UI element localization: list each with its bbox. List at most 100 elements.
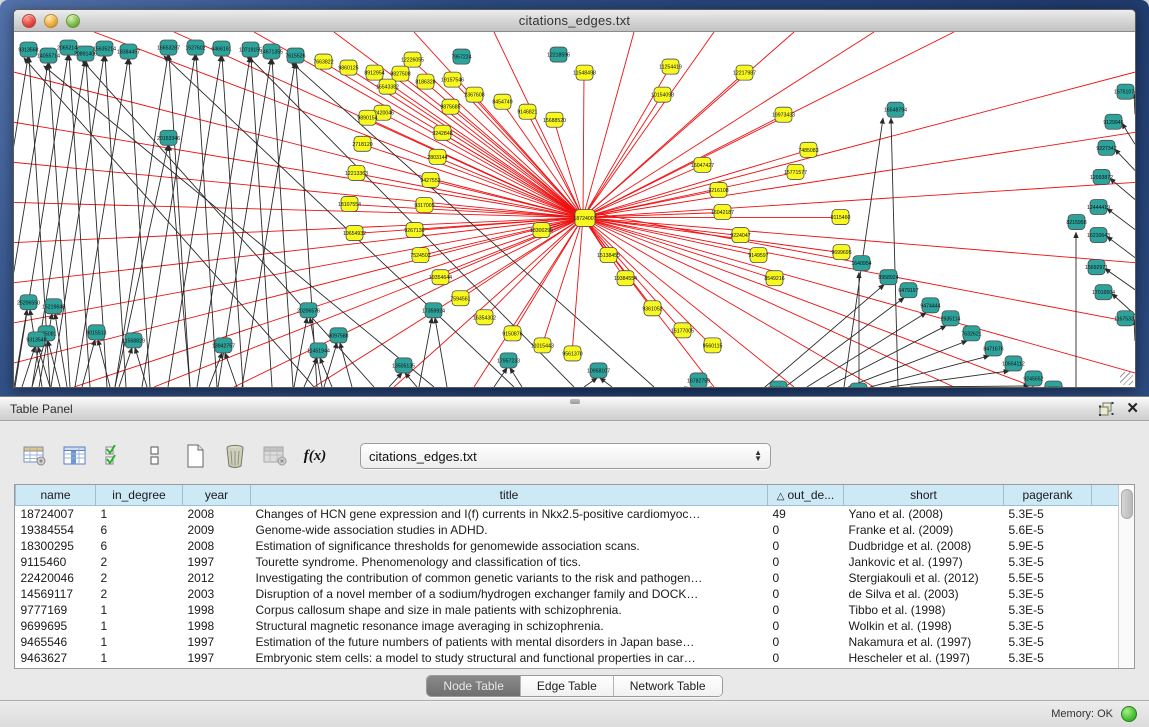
network-node[interactable]: 14671355 [260, 44, 283, 59]
table-cell[interactable]: 5.3E-5 [1004, 634, 1092, 650]
close-window-button[interactable] [22, 14, 36, 28]
network-node[interactable]: 20206576 [297, 303, 320, 318]
table-row[interactable]: 946554611997Estimation of the future num… [16, 634, 1119, 650]
table-cell[interactable]: 0 [768, 538, 844, 554]
table-row[interactable]: 2242004622012Investigating the contribut… [16, 570, 1119, 586]
tab-edge-table[interactable]: Edge Table [521, 676, 614, 696]
table-cell[interactable]: Stergiakouli et al. (2012) [844, 570, 1004, 586]
table-cell[interactable]: Tibbo et al. (1998) [844, 602, 1004, 618]
table-cell[interactable]: 1998 [183, 618, 251, 634]
network-node[interactable]: 20153346 [157, 130, 180, 145]
network-window[interactable]: citations_edges.txt 9313568 14055714 206… [13, 9, 1136, 388]
network-node[interactable]: 3242848 [432, 125, 452, 140]
table-cell[interactable]: 1997 [183, 634, 251, 650]
table-cell[interactable]: 0 [768, 602, 844, 618]
table-cell[interactable]: 2 [96, 570, 183, 586]
minimize-window-button[interactable] [44, 14, 58, 28]
table-cell[interactable]: 9777169 [16, 602, 96, 618]
column-header[interactable] [1092, 485, 1119, 506]
network-node[interactable]: 8912954 [364, 65, 384, 80]
table-cell[interactable]: 1997 [183, 554, 251, 570]
network-graph[interactable]: 9313568 14055714 20652143 20891406 15635… [14, 32, 1135, 387]
network-node[interactable]: 16354302 [473, 310, 496, 325]
network-node[interactable]: 9317005 [414, 197, 434, 212]
network-node[interactable]: 9267130 [404, 223, 424, 238]
column-header[interactable]: year [183, 485, 251, 506]
table-cell[interactable]: 0 [768, 554, 844, 570]
network-node[interactable]: 10154098 [651, 87, 674, 102]
table-cell[interactable]: 6 [96, 538, 183, 554]
table-cell[interactable]: Estimation of significance thresholds fo… [251, 538, 768, 554]
table-cell[interactable]: 5.3E-5 [1004, 554, 1092, 570]
network-node[interactable]: 11451944 [307, 343, 330, 358]
column-header[interactable]: △out_de... [768, 485, 844, 506]
table-cell[interactable]: Corpus callosum shape and size in male p… [251, 602, 768, 618]
table-cell[interactable]: Disruption of a novel member of a sodium… [251, 586, 768, 602]
network-node[interactable]: 12217987 [733, 65, 756, 80]
network-node[interactable]: 10654112 [1002, 356, 1025, 371]
network-node[interactable]: 25206550 [17, 295, 40, 310]
network-node[interactable]: 15688520 [543, 112, 566, 127]
network-node[interactable]: 9115460 [831, 210, 851, 225]
tab-node-table[interactable]: Node Table [427, 676, 521, 696]
table-cell[interactable]: 1998 [183, 602, 251, 618]
table-cell[interactable]: 1 [96, 650, 183, 666]
network-node[interactable]: 7524502 [410, 248, 430, 263]
network-node[interactable]: 8454749 [492, 94, 512, 109]
network-node[interactable]: 12213363 [345, 165, 368, 180]
network-node[interactable]: 8549216 [764, 271, 784, 286]
network-node[interactable]: 9361052 [642, 301, 662, 316]
table-cell[interactable]: 5.3E-5 [1004, 602, 1092, 618]
network-node[interactable]: 9146821 [517, 104, 537, 119]
network-canvas[interactable]: 9313568 14055714 20652143 20891406 15635… [14, 32, 1135, 387]
column-header[interactable]: name [16, 485, 96, 506]
network-node[interactable]: 9150876 [502, 326, 522, 341]
network-node[interactable]: 7663822 [313, 54, 333, 69]
float-panel-icon[interactable] [1099, 402, 1114, 416]
table-cell[interactable]: 0 [768, 522, 844, 538]
network-node[interactable]: 19654932 [343, 226, 366, 241]
table-cell[interactable]: Franke et al. (2009) [844, 522, 1004, 538]
table-cell[interactable]: 0 [768, 570, 844, 586]
network-node[interactable]: 7594561 [450, 291, 470, 306]
table-cell[interactable]: 9115460 [16, 554, 96, 570]
network-node[interactable]: 9827508 [390, 66, 410, 81]
network-node[interactable]: 11254419 [659, 59, 682, 74]
table-cell[interactable]: 2012 [183, 570, 251, 586]
network-node[interactable]: 16548794 [884, 102, 907, 117]
network-node[interactable]: 19384554 [614, 271, 637, 286]
network-node[interactable]: 11568829 [122, 333, 145, 348]
table-selector-dropdown[interactable]: citations_edges.txt ▲▼ [360, 443, 771, 469]
network-node[interactable]: 9860125 [338, 60, 358, 75]
network-node[interactable]: 18300295 [530, 223, 553, 238]
table-cell[interactable]: 5.3E-5 [1004, 506, 1092, 523]
network-node[interactable]: 2803144 [427, 149, 447, 164]
table-cell[interactable]: Structural magnetic resonance image aver… [251, 618, 768, 634]
network-node[interactable]: 8215958 [1066, 215, 1086, 230]
network-node[interactable]: 1527602 [185, 40, 205, 55]
table-cell[interactable]: Nakamura et al. (1997) [844, 634, 1004, 650]
network-node[interactable]: 9015513 [86, 325, 106, 340]
network-node[interactable]: 15692971 [1085, 260, 1108, 275]
table-cell[interactable]: 9463627 [16, 650, 96, 666]
network-node[interactable]: 17957233 [497, 353, 520, 368]
table-cell[interactable]: 5.9E-5 [1004, 538, 1092, 554]
new-table-icon[interactable] [182, 444, 208, 468]
network-node[interactable]: 12444419 [1087, 199, 1110, 214]
network-node[interactable]: 9457751 [848, 383, 868, 387]
table-row[interactable]: 1938455462009Genome-wide association stu… [16, 522, 1119, 538]
table-cell[interactable]: 1 [96, 634, 183, 650]
network-node[interactable]: 19973433 [772, 107, 795, 122]
network-node[interactable]: 17016504 [1092, 285, 1115, 300]
network-node[interactable]: 2718120 [352, 136, 372, 151]
table-cell[interactable]: 0 [768, 650, 844, 666]
network-node[interactable]: 11548498 [573, 65, 596, 80]
network-node[interactable]: 15751074 [1114, 84, 1135, 99]
table-cell[interactable]: 2008 [183, 506, 251, 523]
network-node[interactable]: 2367608 [464, 87, 484, 102]
table-row[interactable]: 1872400712008Changes of HCN gene express… [16, 506, 1119, 523]
table-cell[interactable]: 5.6E-5 [1004, 522, 1092, 538]
network-node[interactable]: 16543382 [376, 79, 399, 94]
network-node[interactable]: 10958107 [587, 363, 610, 378]
network-node[interactable]: 7632621 [961, 326, 981, 341]
